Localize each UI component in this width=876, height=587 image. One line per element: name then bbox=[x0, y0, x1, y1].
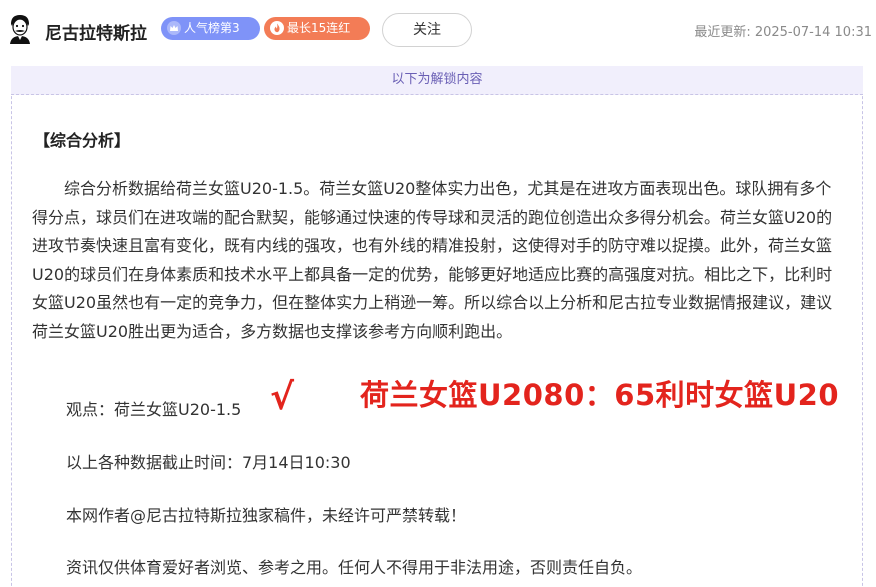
avatar[interactable] bbox=[6, 12, 34, 44]
popularity-badge-label: 人气榜第3 bbox=[184, 21, 240, 35]
unlock-banner: 以下为解锁内容 bbox=[11, 66, 863, 95]
data-cutoff-text: 以上各种数据截止时间：7月14日10:30 bbox=[66, 453, 351, 472]
copyright-notice: 本网作者@尼古拉特斯拉独家稿件，未经许可严禁转载！ bbox=[66, 506, 467, 525]
final-score-overlay: 荷兰女篮U2080：65利时女篮U20 bbox=[360, 378, 840, 412]
author-header: 尼古拉特斯拉 人气榜第3 最长15连红 关注 最近更新: 2025-07-14 … bbox=[0, 0, 876, 58]
result-check-icon: √ bbox=[270, 377, 295, 418]
follow-button[interactable]: 关注 bbox=[382, 13, 472, 47]
analysis-paragraph: 综合分析数据给荷兰女篮U20-1.5。荷兰女篮U20整体实力出色，尤其是在进攻方… bbox=[32, 179, 833, 341]
viewpoint-text: 观点：荷兰女篮U20-1.5 bbox=[66, 400, 242, 419]
last-updated: 最近更新: 2025-07-14 10:31 bbox=[694, 21, 872, 40]
last-updated-time: 2025-07-14 10:31 bbox=[754, 25, 872, 40]
section-title: 【综合分析】 bbox=[34, 131, 131, 150]
streak-badge-label: 最长15连红 bbox=[287, 21, 351, 35]
popularity-badge: 人气榜第3 bbox=[161, 17, 260, 40]
last-updated-label: 最近更新: bbox=[694, 25, 751, 40]
streak-badge: 最长15连红 bbox=[264, 17, 370, 40]
flame-icon bbox=[270, 20, 284, 35]
author-name[interactable]: 尼古拉特斯拉 bbox=[45, 19, 147, 44]
crown-icon bbox=[167, 20, 181, 35]
tesla-portrait-icon bbox=[6, 12, 34, 44]
disclaimer-text: 资讯仅供体育爱好者浏览、参考之用。任何人不得用于非法用途，否则责任自负。 bbox=[66, 558, 643, 577]
